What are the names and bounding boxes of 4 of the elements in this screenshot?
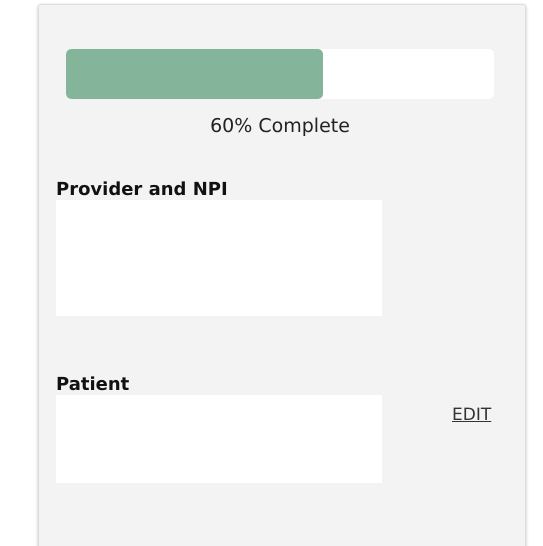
section-title: Patient xyxy=(56,374,130,395)
progress-label: 60% Complete xyxy=(209,115,351,137)
edit-link[interactable]: EDIT xyxy=(452,405,492,425)
section-title: Provider and NPI xyxy=(56,179,229,200)
